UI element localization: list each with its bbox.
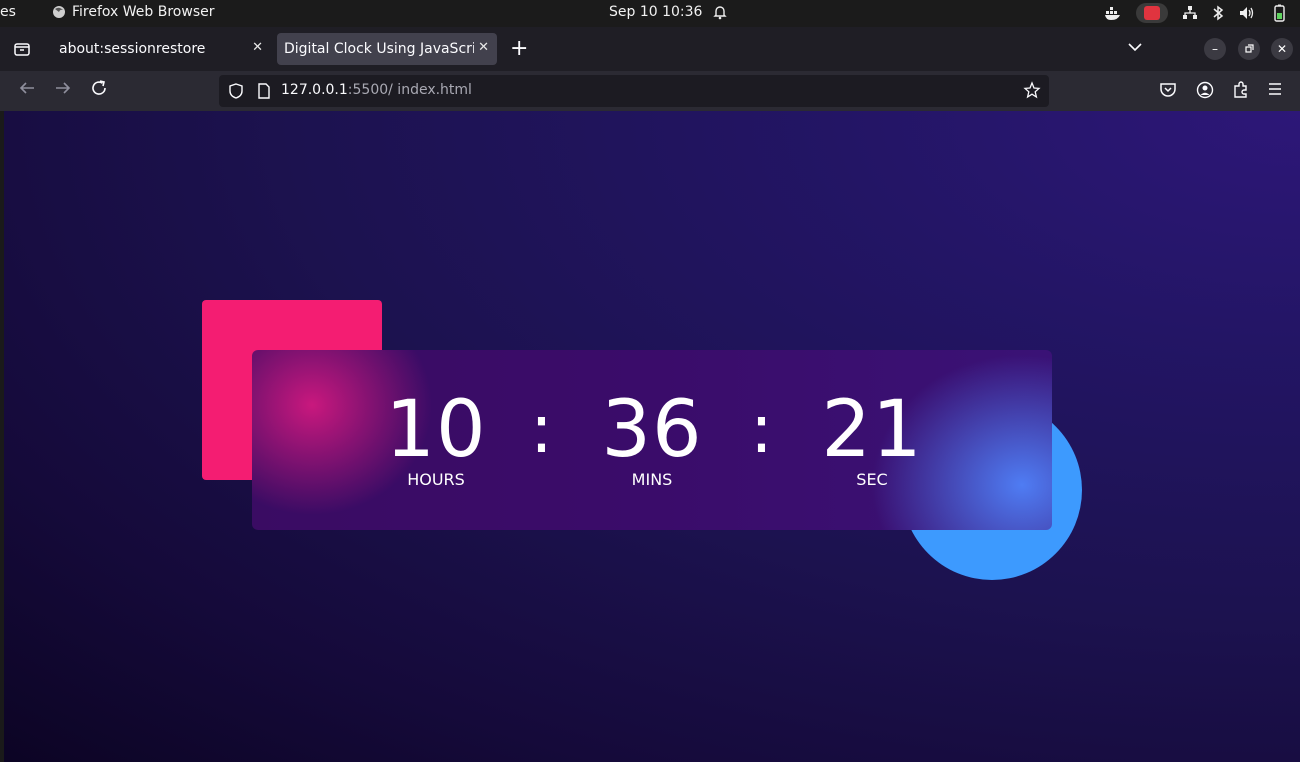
battery-icon[interactable] <box>1270 4 1288 22</box>
anydesk-icon[interactable] <box>1136 3 1168 23</box>
seconds-value: 21 <box>821 385 923 475</box>
app-name: Firefox Web Browser <box>72 4 215 20</box>
close-window-button[interactable]: ✕ <box>1271 38 1293 60</box>
menu-hamburger-icon[interactable] <box>1267 81 1283 101</box>
reload-icon[interactable] <box>90 79 108 102</box>
url-text[interactable]: 127.0.0.1:5500/ index.html <box>281 82 472 98</box>
tab-bar: about:sessionrestore ✕ Digital Clock Usi… <box>0 27 1300 71</box>
minutes-unit: 36 MINS <box>572 385 732 489</box>
clock-panel: 10 HOURS : 36 MINS : 21 SEC <box>252 350 1052 530</box>
network-icon[interactable] <box>1182 5 1198 21</box>
tab-title: about:sessionrestore <box>59 41 206 57</box>
page-info-icon[interactable] <box>257 83 271 99</box>
pocket-icon[interactable] <box>1159 81 1177 103</box>
url-path: :5500/ index.html <box>347 82 472 98</box>
seconds-label: SEC <box>856 470 888 489</box>
docker-icon[interactable] <box>1104 5 1122 21</box>
close-tab-icon[interactable]: ✕ <box>478 40 489 55</box>
back-arrow-icon[interactable] <box>18 79 36 102</box>
close-tab-icon[interactable]: ✕ <box>252 40 263 55</box>
minimize-button[interactable]: – <box>1204 38 1226 60</box>
minutes-value: 36 <box>601 385 703 475</box>
notification-bell-icon[interactable] <box>712 4 728 24</box>
volume-icon[interactable] <box>1238 5 1256 21</box>
hours-unit: 10 HOURS <box>356 385 516 489</box>
restore-button[interactable] <box>1238 38 1260 60</box>
firefox-icon <box>53 6 65 18</box>
tab-digital-clock[interactable]: Digital Clock Using JavaScript ✕ <box>277 33 497 65</box>
activities-button[interactable]: es <box>0 4 16 20</box>
bluetooth-icon[interactable] <box>1212 5 1224 21</box>
separator: : <box>530 390 553 469</box>
url-bar[interactable]: 127.0.0.1:5500/ index.html <box>219 75 1049 107</box>
seconds-unit: 21 SEC <box>792 385 952 489</box>
system-tray[interactable] <box>1104 3 1288 23</box>
separator: : <box>750 390 773 469</box>
hours-label: HOURS <box>407 470 465 489</box>
account-icon[interactable] <box>1196 81 1214 103</box>
url-host: 127.0.0.1 <box>281 82 348 98</box>
minutes-label: MINS <box>631 470 673 489</box>
system-top-bar: es Firefox Web Browser Sep 10 10:36 <box>0 0 1300 27</box>
navigation-toolbar: 127.0.0.1:5500/ index.html <box>0 71 1300 111</box>
extensions-puzzle-icon[interactable] <box>1232 81 1250 103</box>
firefox-view-icon[interactable] <box>12 39 32 59</box>
new-tab-button[interactable]: + <box>510 36 528 61</box>
app-menu[interactable]: Firefox Web Browser <box>52 4 215 20</box>
system-clock[interactable]: Sep 10 10:36 <box>609 4 702 20</box>
tab-title: Digital Clock Using JavaScript <box>284 41 474 57</box>
forward-arrow-icon[interactable] <box>54 79 72 102</box>
hours-value: 10 <box>385 385 487 475</box>
bookmark-star-icon[interactable] <box>1023 81 1041 104</box>
tracking-protection-shield-icon[interactable] <box>228 83 244 99</box>
tab-sessionrestore[interactable]: about:sessionrestore ✕ <box>47 33 271 65</box>
list-all-tabs-chevron-down-icon[interactable] <box>1128 38 1142 56</box>
page-viewport: 10 HOURS : 36 MINS : 21 SEC <box>4 111 1300 762</box>
